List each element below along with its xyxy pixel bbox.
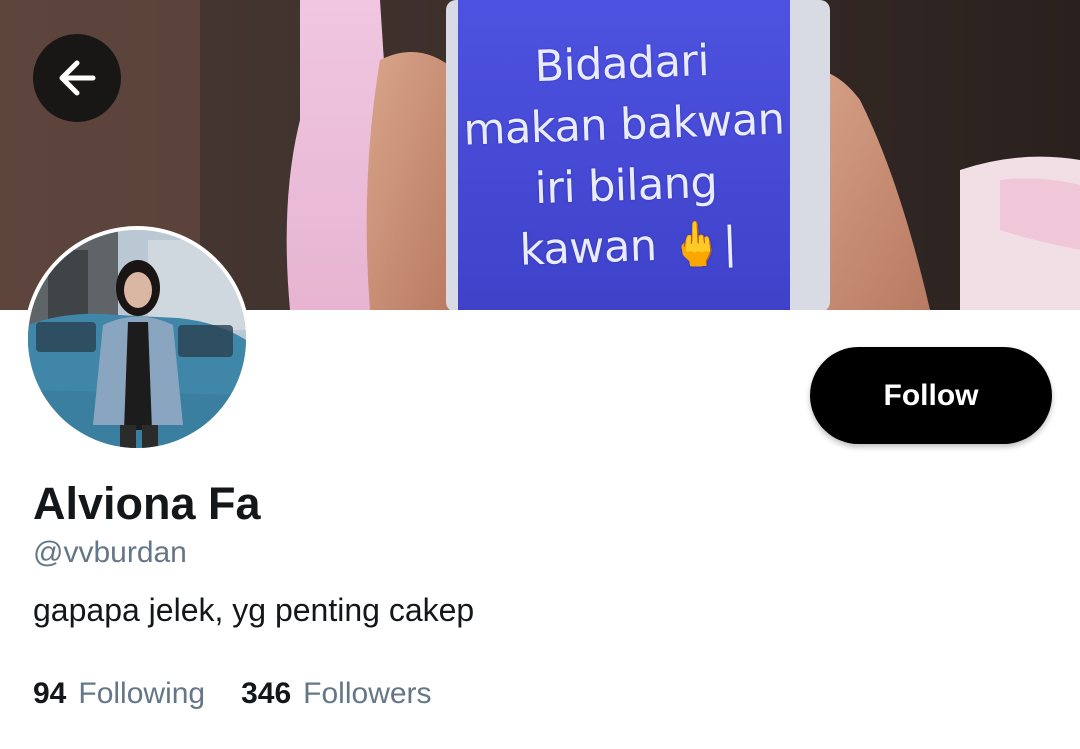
followers-label: Followers <box>303 677 432 710</box>
followers-link[interactable]: 346 Followers <box>241 677 431 711</box>
follow-button[interactable]: Follow <box>810 347 1052 444</box>
following-label: Following <box>78 677 206 710</box>
banner-caption: Bidadari makan bakwan iri bilang kawan 🖕… <box>454 28 796 284</box>
back-button[interactable] <box>33 34 121 122</box>
profile-page: Bidadari makan bakwan iri bilang kawan 🖕… <box>0 0 1080 749</box>
following-count: 94 <box>33 677 67 710</box>
follow-button-label: Follow <box>883 378 979 412</box>
user-bio: gapapa jelek, yg penting cakep <box>33 592 475 628</box>
arrow-left-icon <box>59 60 96 96</box>
avatar[interactable] <box>24 226 250 452</box>
following-link[interactable]: 94 Following <box>33 677 205 711</box>
banner-line: makan bakwan <box>462 94 786 156</box>
user-handle: @vvburdan <box>33 536 187 569</box>
banner-line: kawan 🖕| <box>518 218 738 276</box>
profile-stats: 94 Following 346 Followers <box>33 677 432 711</box>
display-name: Alviona Fa <box>33 478 261 529</box>
profile-photo <box>28 230 246 448</box>
followers-count: 346 <box>241 677 292 710</box>
